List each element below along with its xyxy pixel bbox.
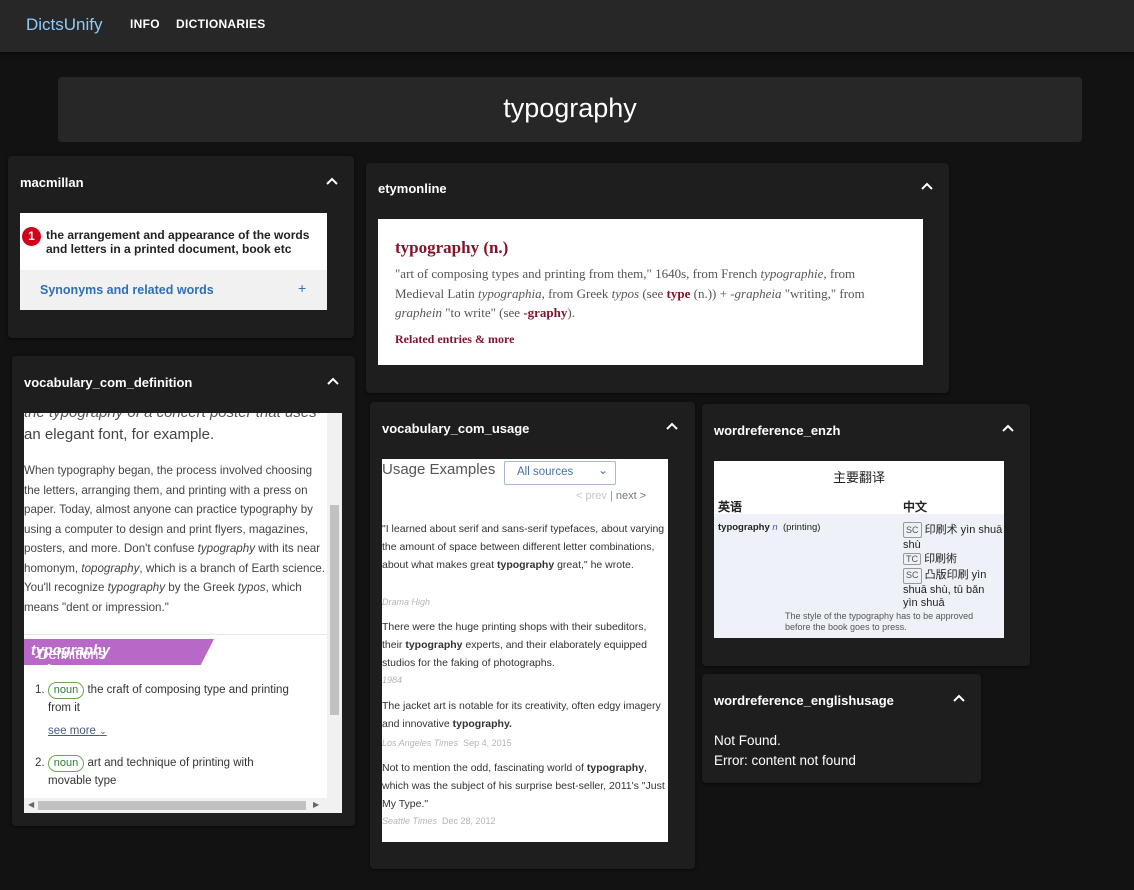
card-macmillan: macmillan 1 the arrangement and appearan… bbox=[8, 156, 354, 338]
vocabulary-definition-panel: the typography of a concert poster that … bbox=[24, 413, 342, 813]
card-title: wordreference_englishusage bbox=[714, 693, 894, 708]
column-chinese: 中文 bbox=[903, 500, 928, 514]
intro-text: an elegant font, for example. bbox=[24, 426, 215, 443]
card-etymonline: etymonline typography (n.) "art of compo… bbox=[366, 163, 949, 393]
card-vocabulary-definition: vocabulary_com_definition the typography… bbox=[12, 356, 355, 826]
pos-badge[interactable]: noun bbox=[47, 682, 85, 699]
plus-icon[interactable]: + bbox=[298, 280, 306, 296]
scroll-right-icon[interactable]: ▶ bbox=[313, 800, 319, 809]
related-entries-link[interactable]: Related entries & more bbox=[395, 332, 514, 347]
chevron-up-icon[interactable] bbox=[662, 417, 682, 437]
usage-source-4: Seattle Times Dec 28, 2012 bbox=[382, 816, 496, 826]
card-title: wordreference_enzh bbox=[714, 423, 841, 438]
source-select[interactable]: All sources ⌄ bbox=[504, 461, 616, 485]
chevron-up-icon[interactable] bbox=[949, 689, 969, 709]
usage-source-2: 1984 bbox=[382, 675, 403, 685]
definition-item-2: 2. noun art and technique of printing wi… bbox=[35, 755, 254, 787]
pos-badge[interactable]: noun bbox=[47, 755, 85, 772]
app-bar: DictsUnify INFO DICTIONARIES bbox=[0, 0, 1134, 52]
translation-3: SC 凸版印刷 yìn shuā shù, tū bǎn yìn shuā bbox=[903, 568, 987, 609]
synonyms-link[interactable]: Synonyms and related words bbox=[40, 283, 214, 297]
card-title: macmillan bbox=[20, 175, 84, 190]
sense-number: 1 bbox=[22, 227, 41, 246]
usage-example-1: "I learned about serif and sans-serif ty… bbox=[382, 523, 665, 571]
etymonline-panel: typography (n.) "art of composing types … bbox=[378, 219, 923, 365]
definition-text: the arrangement and appearance of the wo… bbox=[46, 228, 310, 256]
chevron-down-icon: ⌄ bbox=[99, 726, 107, 736]
chevron-up-icon[interactable] bbox=[322, 172, 342, 192]
macmillan-panel: 1 the arrangement and appearance of the … bbox=[20, 213, 327, 310]
next-link[interactable]: next > bbox=[616, 490, 646, 502]
usage-source-3: Los Angeles Times Sep 4, 2015 bbox=[382, 738, 512, 748]
chevron-down-icon: ⌄ bbox=[598, 463, 609, 477]
usage-example-3: The jacket art is notable for its creati… bbox=[382, 700, 661, 730]
chevron-up-icon[interactable] bbox=[998, 419, 1018, 439]
nav-dictionaries[interactable]: DICTIONARIES bbox=[176, 17, 266, 31]
nav-info[interactable]: INFO bbox=[130, 17, 160, 31]
horizontal-scrollbar[interactable]: ◀ ▶ bbox=[24, 798, 342, 813]
etymology-headword: typography (n.) bbox=[395, 238, 509, 257]
scrollbar-thumb[interactable] bbox=[330, 505, 339, 715]
truncated-line: the typography of a concert poster that … bbox=[24, 413, 317, 421]
scrollbar-thumb[interactable] bbox=[38, 801, 306, 810]
card-wordreference-enzh: wordreference_enzh 主要翻译 英语 中文 typography… bbox=[702, 404, 1030, 666]
usage-source-1: Drama High bbox=[382, 597, 431, 607]
card-vocabulary-usage: vocabulary_com_usage Usage Examples All … bbox=[370, 402, 695, 869]
chevron-up-icon[interactable] bbox=[917, 177, 937, 197]
card-title: etymonline bbox=[378, 181, 447, 196]
card-wordreference-englishusage: wordreference_englishusage Not Found. Er… bbox=[702, 674, 981, 783]
long-description: When typography began, the process invol… bbox=[24, 464, 325, 614]
definitions-banner: Definitions of typography bbox=[24, 639, 214, 665]
vocabulary-usage-panel: Usage Examples All sources ⌄ < prev | ne… bbox=[382, 459, 668, 842]
usage-example-2: There were the huge printing shops with … bbox=[382, 621, 647, 669]
column-english: 英语 bbox=[718, 500, 743, 514]
chevron-up-icon[interactable] bbox=[323, 372, 343, 392]
divider bbox=[24, 634, 327, 635]
definition-item-1: 1. noun the craft of composing type and … bbox=[35, 682, 289, 714]
etymology-text: "art of composing types and printing fro… bbox=[395, 266, 865, 320]
usage-example-4: Not to mention the odd, fascinating worl… bbox=[382, 762, 665, 810]
not-found-message: Not Found. bbox=[714, 733, 781, 748]
example-sentence: The style of the typography has to be ap… bbox=[785, 611, 974, 632]
wordreference-panel: 主要翻译 英语 中文 typography n (printing) SC 印刷… bbox=[714, 461, 1004, 638]
scroll-left-icon[interactable]: ◀ bbox=[28, 800, 34, 809]
translation-1: SC 印刷术 yìn shuā shù bbox=[903, 522, 1003, 551]
usage-heading: Usage Examples bbox=[382, 461, 496, 478]
synonyms-row[interactable]: Synonyms and related words + bbox=[20, 270, 327, 310]
error-message: Error: content not found bbox=[714, 753, 856, 768]
search-term: typography bbox=[503, 93, 637, 123]
definitions-prefix: Definitions of bbox=[38, 647, 106, 679]
card-title: vocabulary_com_usage bbox=[382, 421, 530, 436]
table-title: 主要翻译 bbox=[714, 461, 1004, 491]
translation-2: TC 印刷術 bbox=[903, 550, 957, 566]
vertical-scrollbar[interactable] bbox=[327, 413, 342, 798]
source-select-value: All sources bbox=[517, 466, 574, 478]
pager: < prev | next > bbox=[576, 490, 647, 502]
brand-logo[interactable]: DictsUnify bbox=[26, 15, 103, 35]
term-cell: typography n (printing) bbox=[718, 522, 821, 533]
prev-link[interactable]: < prev bbox=[576, 490, 607, 502]
search-term-box[interactable]: typography bbox=[58, 77, 1082, 142]
card-title: vocabulary_com_definition bbox=[24, 375, 193, 390]
see-more-link[interactable]: see more ⌄ bbox=[48, 725, 107, 737]
